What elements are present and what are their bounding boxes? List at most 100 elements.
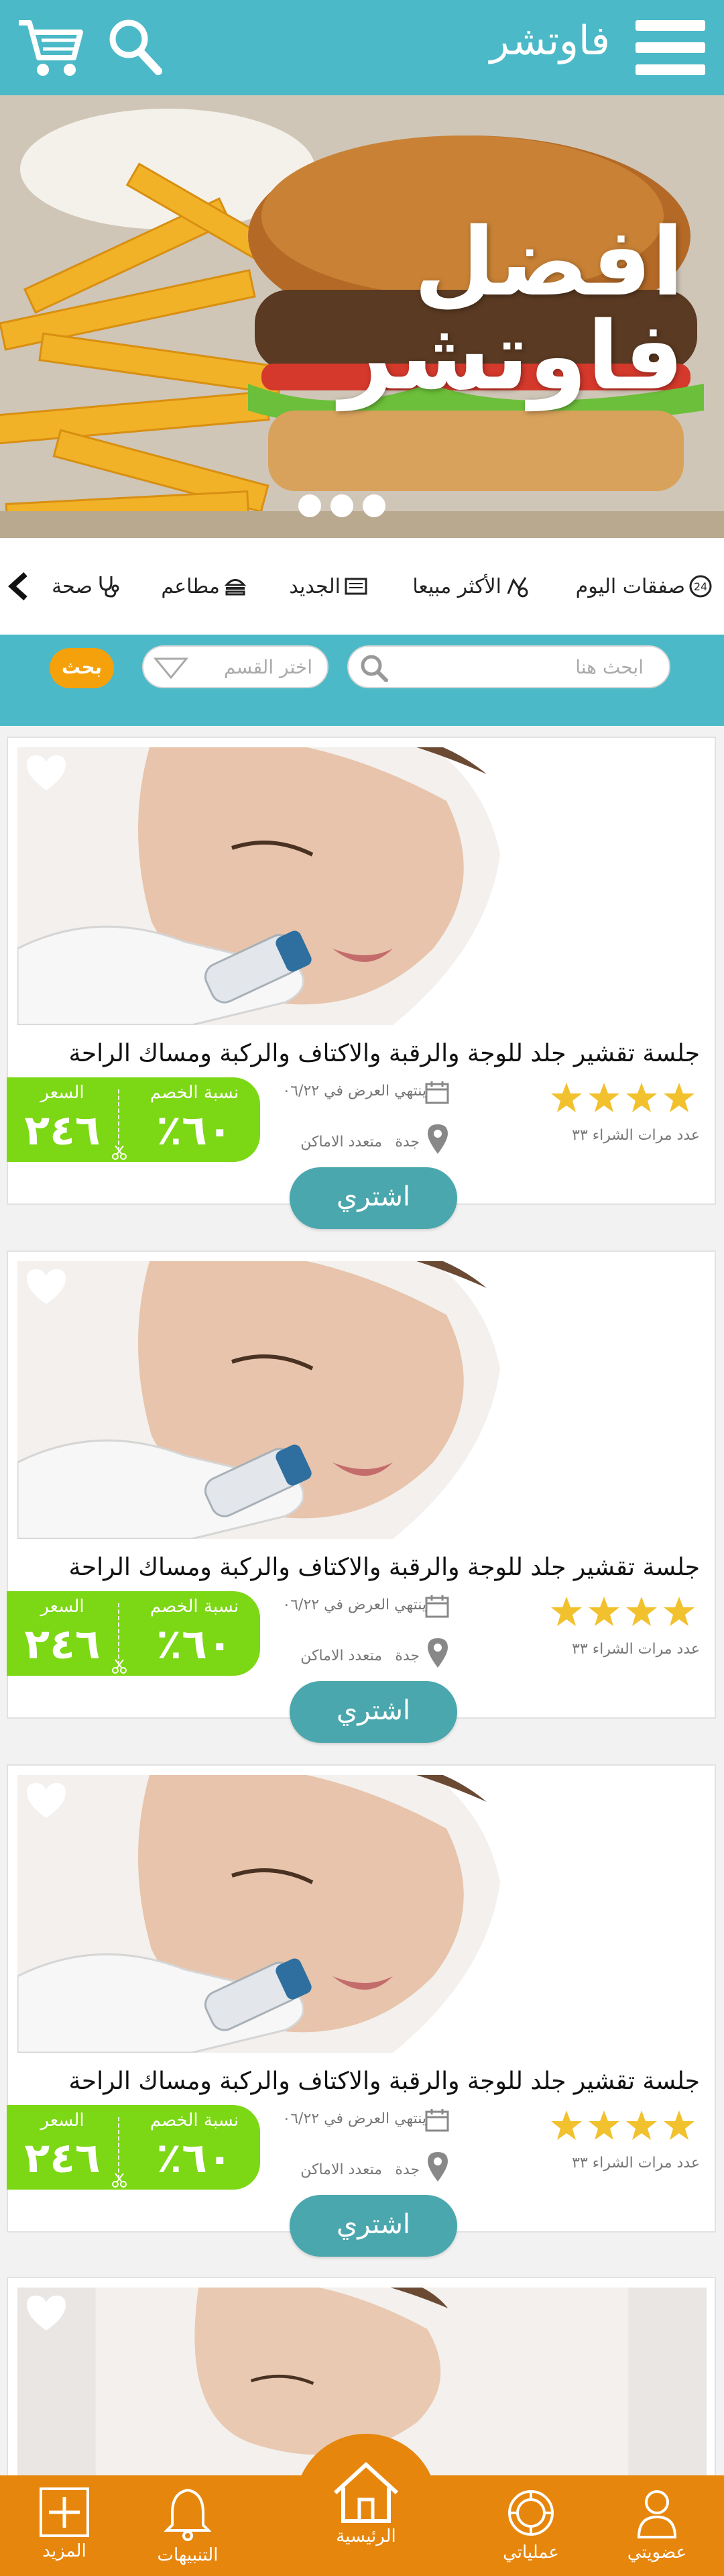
spa-treatment-image bbox=[17, 1775, 707, 2053]
offer-image bbox=[17, 1775, 707, 2053]
price-value: ٢٤٦ bbox=[24, 1106, 101, 1155]
calendar-icon bbox=[425, 1595, 449, 1618]
offer-card[interactable]: جلسة تقشير جلد للوجة والرقبة والاكتاف وا… bbox=[7, 737, 716, 1229]
offer-end-date: ينتهي العرض في ٠٦/٢٢ bbox=[282, 1597, 426, 1613]
discount-value: ٦٠٪ bbox=[156, 1106, 233, 1155]
rating-star-icon bbox=[626, 1597, 657, 1626]
search-placeholder: ابحث هنا bbox=[575, 656, 644, 678]
price-box: نسبة الخصم ٦٠٪ السعر ٢٤٦ bbox=[7, 1077, 260, 1162]
multi-location: متعدد الاماكن bbox=[300, 2161, 382, 2178]
rating-stars bbox=[546, 1595, 700, 1629]
deals-icon: 24 bbox=[689, 575, 712, 598]
coupon-divider bbox=[118, 2117, 119, 2179]
buy-button[interactable]: اشتري bbox=[290, 1681, 457, 1743]
nav-label: الرئيسية bbox=[336, 2526, 396, 2546]
nav-label: عضويتي bbox=[627, 2542, 687, 2563]
rating-star-icon bbox=[664, 1083, 695, 1112]
category-restaurants[interactable]: مطاعم bbox=[161, 569, 248, 604]
coupon-divider bbox=[118, 1089, 119, 1151]
carousel-dot[interactable] bbox=[363, 494, 385, 517]
discount-column: نسبة الخصم ٦٠٪ bbox=[134, 1077, 255, 1162]
offer-image bbox=[17, 747, 707, 1025]
favorite-heart-icon[interactable] bbox=[23, 1267, 70, 1308]
discount-label: نسبة الخصم bbox=[149, 1083, 239, 1103]
bestseller-icon bbox=[507, 577, 528, 598]
nav-label: المزيد bbox=[42, 2541, 86, 2561]
purchase-count: عدد مرات الشراء ٣٣ bbox=[572, 1127, 700, 1144]
shopping-cart-icon[interactable] bbox=[16, 16, 84, 79]
rating-stars bbox=[546, 2109, 700, 2143]
location-pin-icon bbox=[428, 2152, 448, 2182]
search-button[interactable]: بحث bbox=[50, 648, 114, 688]
carousel-dots[interactable] bbox=[298, 494, 406, 523]
nav-home[interactable]: الرئيسية bbox=[295, 2434, 437, 2576]
price-label: السعر bbox=[40, 2110, 84, 2131]
discount-value: ٦٠٪ bbox=[156, 2133, 233, 2182]
location-pin-icon bbox=[428, 1638, 448, 1668]
nav-notifications[interactable]: التنبيهات bbox=[134, 2475, 241, 2576]
rating-star-icon bbox=[626, 1083, 657, 1112]
favorite-heart-icon[interactable] bbox=[23, 1780, 70, 1822]
user-icon bbox=[637, 2490, 677, 2538]
plus-box-icon bbox=[40, 2487, 89, 2537]
buy-button[interactable]: اشتري bbox=[290, 2195, 457, 2257]
rating-star-icon bbox=[664, 2110, 695, 2140]
category-new[interactable]: الجديد bbox=[289, 569, 369, 604]
nav-more[interactable]: المزيد bbox=[11, 2475, 118, 2576]
spa-treatment-image bbox=[17, 747, 707, 1025]
coupon-divider bbox=[118, 1603, 119, 1665]
home-icon bbox=[333, 2461, 399, 2523]
category-select[interactable]: اختر القسم bbox=[142, 645, 328, 688]
search-input[interactable]: ابحث هنا bbox=[347, 645, 670, 688]
offer-card[interactable]: جلسة تقشير جلد للوجة والرقبة والاكتاف وا… bbox=[7, 1250, 716, 1743]
offer-card[interactable]: جلسة تقشير جلد للوجة والرقبة والاكتاف وا… bbox=[7, 1764, 716, 2257]
offer-location: جدة bbox=[395, 2161, 420, 2178]
price-column: السعر ٢٤٦ bbox=[7, 2105, 118, 2190]
category-health[interactable]: صحة bbox=[52, 569, 121, 604]
offer-location: جدة bbox=[395, 1648, 420, 1664]
rating-star-icon bbox=[589, 2110, 619, 2140]
rating-star-icon bbox=[664, 1597, 695, 1626]
nav-label: التنبيهات bbox=[157, 2545, 219, 2565]
stethoscope-icon bbox=[99, 576, 119, 598]
hero-banner[interactable]: افضل فاوتشر bbox=[0, 95, 724, 538]
purchase-count: عدد مرات الشراء ٣٣ bbox=[572, 1641, 700, 1658]
search-icon[interactable] bbox=[107, 17, 162, 76]
offer-image bbox=[17, 1261, 707, 1539]
hero-title: افضل فاوتشر bbox=[339, 208, 684, 411]
nav-membership[interactable]: عضويتي bbox=[603, 2475, 711, 2576]
multi-location: متعدد الاماكن bbox=[300, 1648, 382, 1664]
rating-star-icon bbox=[551, 2110, 582, 2140]
burger-icon bbox=[224, 579, 247, 596]
category-select-placeholder: اختر القسم bbox=[224, 656, 312, 678]
buy-button[interactable]: اشتري bbox=[290, 1167, 457, 1229]
chevron-left-icon[interactable] bbox=[7, 572, 31, 601]
rating-star-icon bbox=[589, 1083, 619, 1112]
offer-title: جلسة تقشير جلد للوجة والرقبة والاكتاف وا… bbox=[68, 1040, 700, 1067]
category-strip: 24 صفقات اليوم الأكثر مبيعا الجديد مطاعم… bbox=[0, 538, 724, 635]
hamburger-menu-icon[interactable] bbox=[636, 19, 705, 76]
category-label: مطاعم bbox=[161, 574, 220, 598]
favorite-heart-icon[interactable] bbox=[23, 753, 70, 794]
category-deals[interactable]: 24 صفقات اليوم bbox=[576, 569, 713, 604]
calendar-icon bbox=[425, 1081, 449, 1104]
favorite-heart-icon[interactable] bbox=[23, 2293, 70, 2334]
nav-label: عملياتي bbox=[503, 2542, 559, 2563]
price-label: السعر bbox=[40, 1597, 84, 1617]
discount-column: نسبة الخصم ٦٠٪ bbox=[134, 2105, 255, 2190]
operations-icon bbox=[508, 2490, 554, 2536]
app-header: فاوتشر bbox=[0, 0, 724, 95]
spa-treatment-image bbox=[17, 1261, 707, 1539]
price-column: السعر ٢٤٦ bbox=[7, 1591, 118, 1676]
category-label: الأكثر مبيعا bbox=[412, 574, 501, 598]
discount-label: نسبة الخصم bbox=[149, 2110, 239, 2131]
carousel-dot[interactable] bbox=[330, 494, 353, 517]
carousel-dot[interactable] bbox=[298, 494, 321, 517]
offer-title: جلسة تقشير جلد للوجة والرقبة والاكتاف وا… bbox=[68, 2068, 700, 2095]
calendar-icon bbox=[425, 2109, 449, 2132]
discount-value: ٦٠٪ bbox=[156, 1619, 233, 1668]
category-bestseller[interactable]: الأكثر مبيعا bbox=[412, 569, 530, 604]
category-label: صفقات اليوم bbox=[575, 574, 685, 598]
nav-operations[interactable]: عملياتي bbox=[477, 2475, 585, 2576]
search-icon bbox=[361, 655, 388, 682]
